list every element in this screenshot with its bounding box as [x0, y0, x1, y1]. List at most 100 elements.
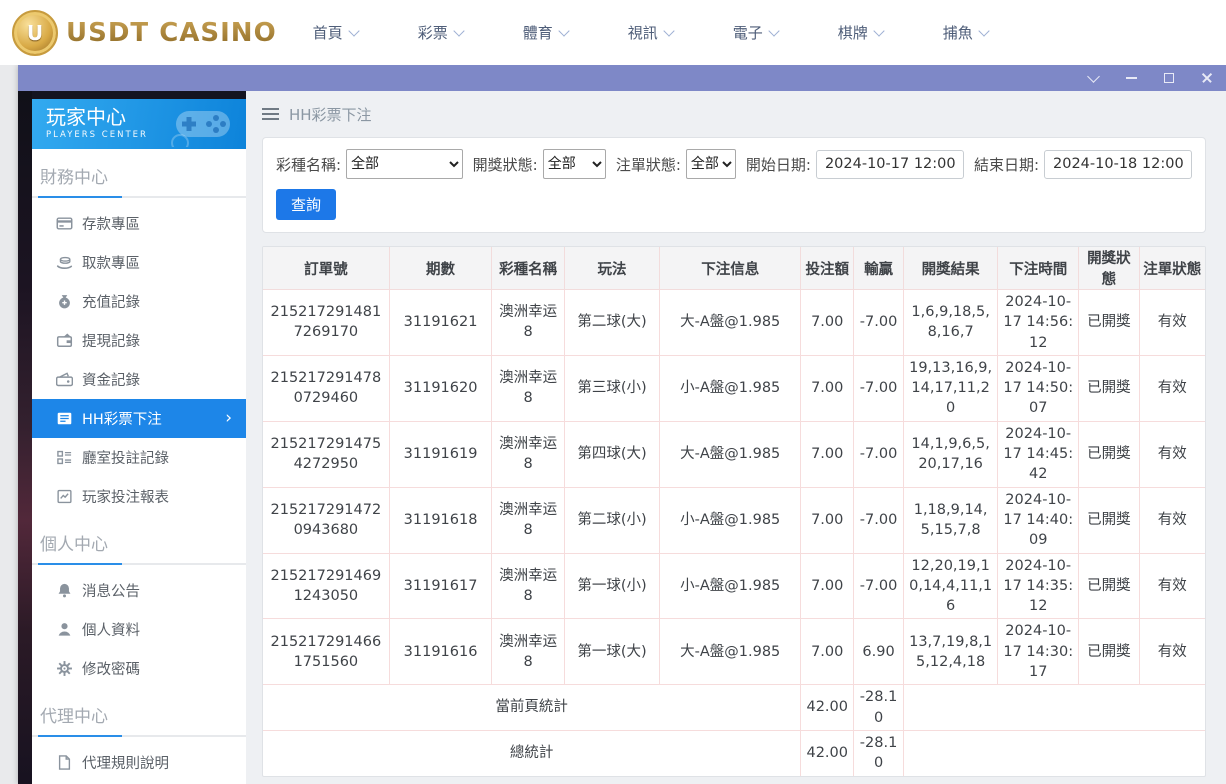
main-content: HH彩票下注 彩種名稱: 全部 開獎狀態: 全部 注單狀態: 全部 開始日期: … [246, 91, 1226, 784]
nav-item-lottery[interactable]: 彩票 [418, 22, 463, 43]
sidebar-item-label: 代理規則說明 [82, 752, 169, 773]
summary-bet-amount: 42.00 [801, 730, 854, 775]
column-header-order_status: 注單狀態 [1139, 247, 1205, 290]
bets-table: 訂單號期數彩種名稱玩法下注信息投注額輸贏開獎結果下注時間開獎狀態注單狀態 215… [263, 247, 1205, 776]
window-titlebar[interactable] [18, 65, 1226, 91]
breadcrumb-bar: HH彩票下注 [262, 91, 1206, 137]
nav-item-sports[interactable]: 體育 [523, 22, 568, 43]
nav-item-video[interactable]: 視訊 [628, 22, 673, 43]
nav-item-label: 棋牌 [838, 22, 868, 43]
sidebar-item-profile[interactable]: 個人資料 [32, 610, 246, 649]
sidebar-item-withdraw[interactable]: 取款專區 [32, 243, 246, 282]
summary-label: 當前頁統計 [263, 685, 801, 731]
cell-play: 第四球(大) [564, 421, 659, 487]
breadcrumb: HH彩票下注 [289, 104, 372, 125]
sidebar-item-announcements[interactable]: 消息公告 [32, 571, 246, 610]
player-bet-report-icon [56, 488, 73, 505]
cell-win_loss: -7.00 [854, 421, 904, 487]
window-close-button[interactable] [1200, 71, 1214, 85]
cell-bet_info: 大-A盤@1.985 [660, 421, 801, 487]
sidebar-item-agent-rules[interactable]: 代理規則說明 [32, 743, 246, 782]
cell-win_loss: -7.00 [854, 290, 904, 356]
column-header-draw_result: 開獎結果 [904, 247, 998, 290]
cell-order_no: 2152172914817269170 [263, 290, 389, 356]
brand[interactable]: U USDT CASINO [12, 10, 277, 56]
section-divider [32, 196, 246, 198]
chevron-down-icon [558, 25, 569, 36]
cell-bet_amount: 7.00 [801, 355, 854, 421]
user-icon [56, 621, 73, 638]
table-row: 215217291481726917031191621澳洲幸运8第二球(大)大-… [263, 290, 1205, 356]
cell-bet_time: 2024-10-17 14:40:09 [998, 487, 1079, 553]
sidebar-item-funds-record[interactable]: 資金記錄 [32, 360, 246, 399]
summary-row: 當前頁統計42.00-28.10 [263, 685, 1205, 731]
sidebar-item-hh-lottery-bets[interactable]: HH彩票下注› [32, 399, 246, 438]
table-row: 215217291466175156031191616澳洲幸运8第一球(大)大-… [263, 619, 1205, 685]
chevron-down-icon [768, 25, 779, 36]
cell-order_status: 有效 [1139, 487, 1205, 553]
cell-period: 31191620 [389, 355, 492, 421]
sidebar-item-deposit[interactable]: 存款專區 [32, 204, 246, 243]
cell-bet_info: 小-A盤@1.985 [660, 487, 801, 553]
cell-play: 第二球(大) [564, 290, 659, 356]
cell-draw_result: 1,6,9,18,5,8,16,7 [904, 290, 998, 356]
bell-icon [56, 582, 73, 599]
cell-draw_status: 已開獎 [1079, 487, 1139, 553]
sidebar-item-player-bet-report[interactable]: 玩家投注報表 [32, 477, 246, 516]
start-date-input[interactable] [816, 150, 964, 179]
chevron-down-icon [978, 25, 989, 36]
sidebar-section-title: 個人中心 [32, 516, 246, 563]
cell-order_no: 2152172914661751560 [263, 619, 389, 685]
end-date-input[interactable] [1044, 150, 1192, 179]
sidebar-item-withdrawal-record[interactable]: 提現記錄 [32, 321, 246, 360]
nav-item-home[interactable]: 首頁 [313, 22, 358, 43]
window-collapse-button[interactable] [1086, 71, 1100, 85]
summary-empty [904, 730, 1205, 775]
cell-order_status: 有效 [1139, 421, 1205, 487]
table-row: 215217291478072946031191620澳洲幸运8第三球(小)小-… [263, 355, 1205, 421]
window-maximize-button[interactable] [1162, 71, 1176, 85]
sidebar-item-label: 取款專區 [82, 252, 140, 273]
chevron-down-icon [663, 25, 674, 36]
cell-win_loss: 6.90 [854, 619, 904, 685]
table-row: 215217291469124305031191617澳洲幸运8第一球(小)小-… [263, 553, 1205, 619]
column-header-bet_amount: 投注額 [801, 247, 854, 290]
summary-row: 總統計42.00-28.10 [263, 730, 1205, 775]
draw-status-label: 開獎狀態: [473, 154, 538, 175]
lottery-bets-icon [56, 410, 73, 427]
menu-toggle-icon[interactable] [262, 108, 279, 120]
window-controls [1086, 71, 1214, 85]
funds-record-icon [56, 371, 73, 388]
sidebar-item-recharge-record[interactable]: 充值記錄 [32, 282, 246, 321]
order-status-label: 注單狀態: [616, 154, 681, 175]
cell-draw_status: 已開獎 [1079, 619, 1139, 685]
hall-bet-records-icon [56, 449, 73, 466]
chevron-right-icon: › [225, 410, 232, 427]
lottery-type-select[interactable]: 全部 [346, 149, 463, 179]
cell-period: 31191616 [389, 619, 492, 685]
cell-order_no: 2152172914720943680 [263, 487, 389, 553]
end-date-label: 結束日期: [974, 154, 1039, 175]
sidebar-item-label: 廳室投註記錄 [82, 447, 169, 468]
cell-period: 31191617 [389, 553, 492, 619]
sidebar-item-hall-bet-records[interactable]: 廳室投註記錄 [32, 438, 246, 477]
order-status-select[interactable]: 全部 [686, 149, 736, 179]
window-minimize-button[interactable] [1124, 71, 1138, 85]
sidebar-section-agent: 代理中心代理規則說明 [32, 688, 246, 782]
nav-item-fishing[interactable]: 捕魚 [943, 22, 988, 43]
draw-status-select[interactable]: 全部 [543, 149, 606, 179]
cell-lottery_name: 澳洲幸运8 [492, 619, 565, 685]
nav-item-label: 首頁 [313, 22, 343, 43]
query-button[interactable]: 查詢 [276, 189, 336, 220]
chevron-down-icon [348, 25, 359, 36]
nav-item-chess[interactable]: 棋牌 [838, 22, 883, 43]
top-navbar: U USDT CASINO 首頁 彩票 體育 視訊 電子 棋牌 捕魚 [0, 0, 1226, 65]
filter-panel: 彩種名稱: 全部 開獎狀態: 全部 注單狀態: 全部 開始日期: 結束日期: 查… [262, 137, 1206, 233]
nav-item-electronic[interactable]: 電子 [733, 22, 778, 43]
cell-play: 第一球(大) [564, 619, 659, 685]
cell-bet_time: 2024-10-17 14:35:12 [998, 553, 1079, 619]
sidebar-item-label: 玩家投注報表 [82, 486, 169, 507]
sidebar-item-change-password[interactable]: 修改密碼 [32, 649, 246, 688]
sidebar-section-title: 財務中心 [32, 149, 246, 196]
column-header-order_no: 訂單號 [263, 247, 389, 290]
